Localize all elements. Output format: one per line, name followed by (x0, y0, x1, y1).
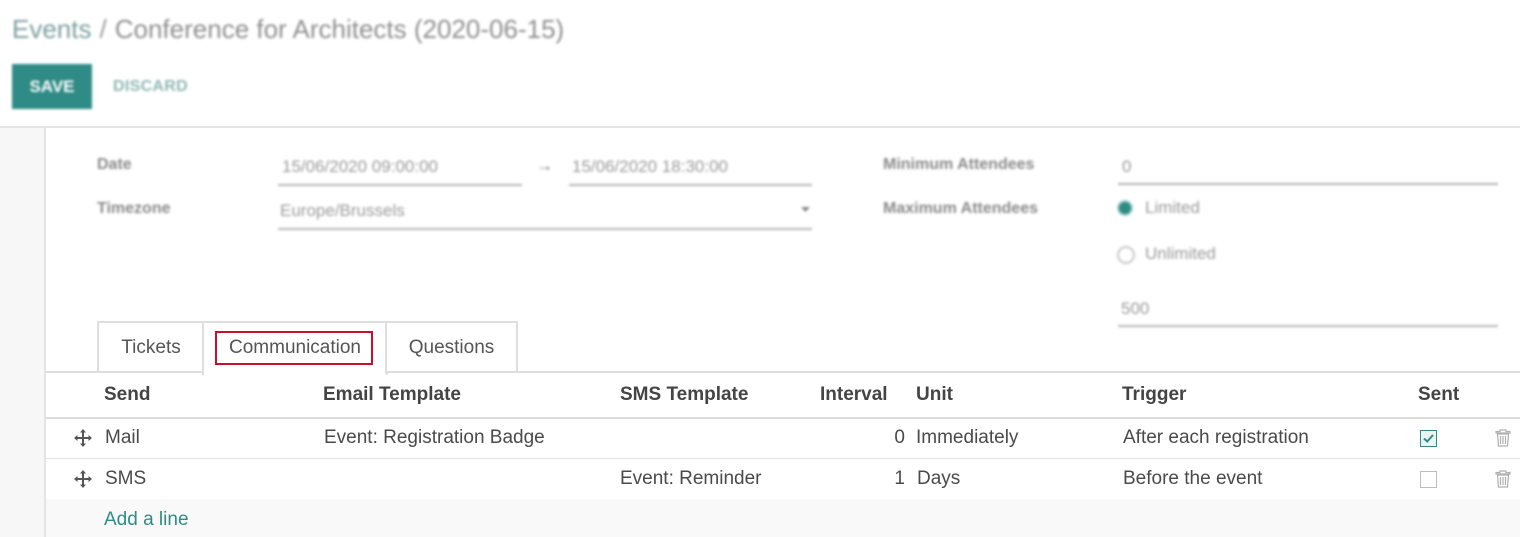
min-attendees-underline (1118, 183, 1498, 185)
cell-interval[interactable]: 1 (865, 468, 905, 490)
date-range-arrow-icon: → (536, 156, 553, 175)
sent-checkbox[interactable] (1420, 471, 1437, 488)
column-header-send[interactable]: Send (104, 384, 150, 406)
tab-questions[interactable]: Questions (385, 321, 518, 373)
breadcrumb-current: Conference for Architects (2020-06-15) (114, 14, 565, 44)
sent-checkbox[interactable] (1420, 430, 1437, 447)
column-header-sent[interactable]: Sent (1418, 384, 1459, 406)
tabs-baseline-left (46, 371, 202, 373)
date-start-input[interactable]: 15/06/2020 09:00:00 (282, 157, 438, 177)
column-header-unit[interactable]: Unit (916, 384, 953, 406)
tab-highlight-box (215, 331, 373, 365)
cell-send[interactable]: Mail (105, 427, 140, 449)
dropdown-caret-icon[interactable] (801, 207, 810, 213)
date-end-input[interactable]: 15/06/2020 18:30:00 (572, 157, 728, 177)
tab-tickets[interactable]: Tickets (97, 321, 205, 373)
date-start-underline (278, 184, 522, 186)
cell-trigger[interactable]: After each registration (1123, 427, 1309, 449)
max-attendees-input[interactable]: 500 (1121, 299, 1149, 319)
radio-limited-label[interactable]: Limited (1145, 198, 1200, 218)
radio-limited[interactable] (1117, 200, 1133, 216)
date-end-underline (569, 184, 812, 186)
save-button[interactable]: SAVE (12, 64, 92, 109)
table-header-divider (46, 417, 1520, 419)
cell-trigger[interactable]: Before the event (1123, 468, 1262, 490)
breadcrumb-separator: / (99, 14, 107, 44)
timezone-underline (278, 228, 812, 230)
column-header-trigger[interactable]: Trigger (1122, 384, 1186, 406)
column-header-interval[interactable]: Interval (820, 384, 888, 406)
drag-handle-icon[interactable] (73, 469, 93, 489)
cell-unit[interactable]: Days (917, 468, 960, 490)
add-line-row (46, 499, 1520, 537)
trash-icon[interactable] (1495, 470, 1511, 488)
drag-handle-icon[interactable] (73, 428, 93, 448)
row-divider (46, 458, 1520, 459)
checkmark-icon (1423, 434, 1434, 443)
cell-sms-template[interactable]: Event: Reminder (620, 468, 762, 490)
min-attendees-input[interactable]: 0 (1122, 157, 1131, 177)
breadcrumb-parent-link[interactable]: Events (12, 14, 92, 44)
date-label: Date (97, 156, 132, 173)
column-header-sms-template[interactable]: SMS Template (620, 384, 748, 406)
breadcrumb: Events / Conference for Architects (2020-0… (12, 14, 564, 45)
timezone-select[interactable]: Europe/Brussels (280, 201, 405, 221)
min-attendees-label: Minimum Attendees (883, 156, 1035, 173)
cell-interval[interactable]: 0 (865, 427, 905, 449)
trash-icon[interactable] (1495, 429, 1511, 447)
control-panel-divider (0, 126, 1520, 128)
max-attendees-label: Maximum Attendees (883, 200, 1038, 217)
add-a-line-link[interactable]: Add a line (104, 509, 189, 531)
max-attendees-underline (1118, 325, 1498, 327)
cell-unit[interactable]: Immediately (916, 427, 1018, 449)
column-header-email-template[interactable]: Email Template (323, 384, 461, 406)
tabs-baseline-right (386, 371, 1520, 373)
timezone-label: Timezone (97, 200, 171, 217)
radio-unlimited[interactable] (1117, 246, 1135, 264)
radio-unlimited-label[interactable]: Unlimited (1145, 244, 1216, 264)
cell-email-template[interactable]: Event: Registration Badge (324, 427, 545, 449)
cell-send[interactable]: SMS (105, 468, 146, 490)
sheet-gutter (0, 128, 46, 537)
discard-button[interactable]: DISCARD (113, 78, 188, 96)
